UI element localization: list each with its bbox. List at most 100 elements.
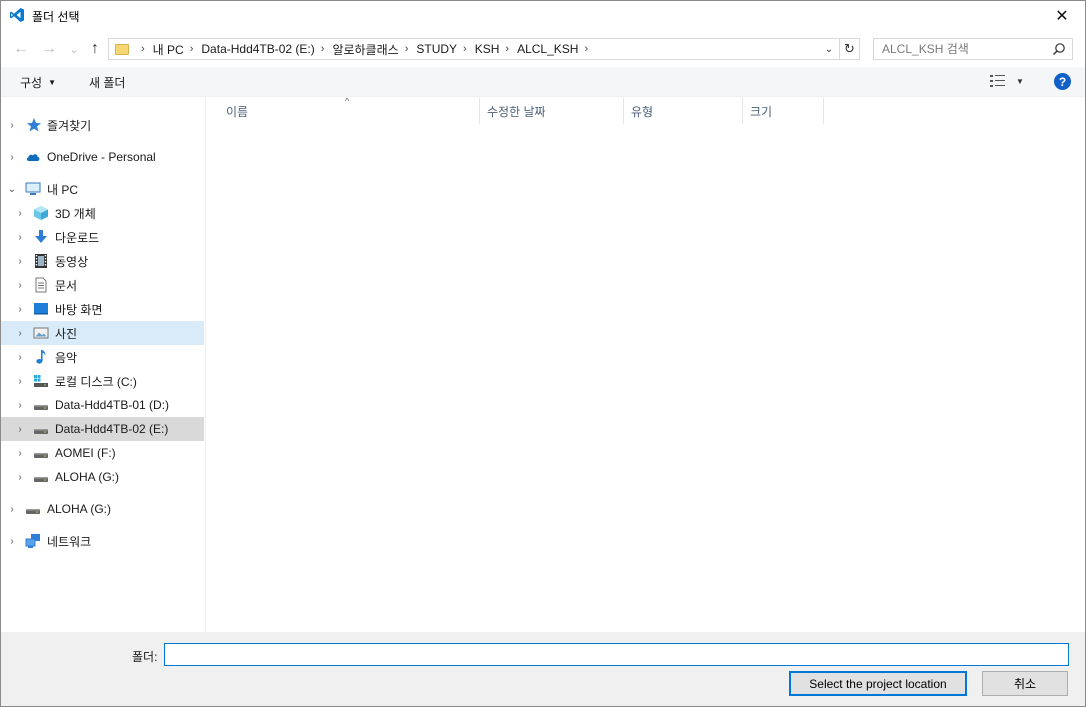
dropdown-arrow-icon: ▼ [48, 78, 57, 87]
chevron-right-icon[interactable]: › [15, 208, 25, 219]
refresh-button[interactable]: ↻ [839, 39, 859, 59]
chevron-right-icon[interactable]: › [15, 280, 25, 291]
new-folder-label: 새 폴더 [89, 76, 126, 90]
file-list[interactable]: ^ 이름 수정한 날짜 유형 크기 [207, 96, 1085, 632]
chevron-right-icon[interactable]: › [7, 152, 17, 163]
close-button[interactable]: ✕ [1039, 1, 1085, 31]
sidebar-item-label: 즐겨찾기 [47, 118, 92, 133]
column-header-size[interactable]: 크기 [743, 98, 824, 124]
sidebar-item-drive-f[interactable]: › AOMEI (F:) [1, 441, 204, 465]
sidebar-item-favorites[interactable]: › 즐겨찾기 [1, 113, 204, 137]
column-label: 유형 [631, 104, 654, 119]
chevron-down-icon: ⌄ [824, 43, 834, 55]
breadcrumb-item[interactable]: KSH [475, 42, 500, 56]
folder-icon [115, 43, 129, 55]
sidebar-item-pictures[interactable]: › 사진 [1, 321, 204, 345]
cancel-button[interactable]: 취소 [982, 671, 1068, 696]
recent-locations-button[interactable]: ⌄ [64, 39, 84, 59]
chevron-right-icon[interactable]: › [15, 448, 25, 459]
chevron-right-icon: › [141, 43, 145, 55]
chevron-right-icon[interactable]: › [7, 504, 17, 515]
column-header-name[interactable]: 이름 [219, 98, 480, 124]
chevron-right-icon[interactable]: › [7, 536, 17, 547]
film-icon [35, 254, 47, 268]
up-button[interactable]: ↑ [85, 39, 105, 59]
address-history-button[interactable]: ⌄ [821, 41, 837, 57]
sidebar-item-onedrive[interactable]: › OneDrive - Personal [1, 145, 204, 169]
sidebar-item-label: OneDrive - Personal [47, 150, 156, 164]
window-title: 폴더 선택 [32, 10, 80, 24]
chevron-right-icon[interactable]: › [7, 120, 17, 131]
back-arrow-icon: ← [13, 40, 29, 57]
details-view-icon [990, 75, 1005, 87]
desktop-icon [34, 303, 48, 315]
forward-button[interactable]: → [39, 39, 59, 59]
column-header-type[interactable]: 유형 [624, 98, 743, 124]
sidebar-item-label: Data-Hdd4TB-01 (D:) [55, 398, 170, 412]
breadcrumb-item[interactable]: 알로하클래스 [332, 41, 398, 58]
sidebar-item-drive-g[interactable]: › ALOHA (G:) [1, 465, 204, 489]
sidebar-item-downloads[interactable]: › 다운로드 [1, 225, 204, 249]
back-button[interactable]: ← [11, 39, 31, 59]
sidebar-item-drive-e[interactable]: › Data-Hdd4TB-02 (E:) [1, 417, 204, 441]
sidebar-item-desktop[interactable]: › 바탕 화면 [1, 297, 204, 321]
cloud-icon [26, 154, 40, 161]
sidebar-item-drive-d[interactable]: › Data-Hdd4TB-01 (D:) [1, 393, 204, 417]
chevron-down-icon[interactable]: ⌄ [7, 184, 17, 195]
breadcrumb-item[interactable]: Data-Hdd4TB-02 (E:) [201, 42, 314, 56]
organize-button[interactable]: 구성 ▼ [20, 74, 56, 91]
breadcrumb-item[interactable]: STUDY [416, 42, 457, 56]
sidebar-item-drive-g-root[interactable]: › ALOHA (G:) [1, 497, 204, 521]
breadcrumb-item[interactable]: ALCL_KSH [517, 42, 578, 56]
sidebar-item-network[interactable]: › 네트워크 [1, 529, 204, 553]
breadcrumb-item[interactable]: 내 PC [153, 41, 184, 58]
forward-arrow-icon: → [41, 40, 57, 57]
sidebar-item-videos[interactable]: › 동영상 [1, 249, 204, 273]
sidebar-item-this-pc[interactable]: ⌄ 내 PC [1, 177, 204, 201]
chevron-right-icon[interactable]: › [190, 43, 194, 55]
select-location-button[interactable]: Select the project location [789, 671, 967, 696]
sidebar-item-label: 동영상 [55, 254, 89, 269]
chevron-right-icon[interactable]: › [15, 376, 25, 387]
sidebar-item-label: 로컬 디스크 (C:) [55, 374, 137, 389]
command-bar: 구성 ▼ 새 폴더 ▼ ? [1, 67, 1085, 97]
network-icon [25, 534, 40, 548]
new-folder-button[interactable]: 새 폴더 [89, 74, 125, 91]
title-bar: 폴더 선택 ✕ [1, 1, 1085, 31]
computer-icon [25, 182, 41, 195]
sidebar-item-label: ALOHA (G:) [55, 470, 120, 484]
search-box[interactable] [873, 38, 1073, 60]
chevron-right-icon[interactable]: › [15, 472, 25, 483]
refresh-icon: ↻ [844, 41, 855, 56]
sidebar-item-label: ALOHA (G:) [47, 502, 112, 516]
chevron-right-icon[interactable]: › [321, 43, 325, 55]
search-input[interactable] [874, 39, 1044, 59]
folder-label: 폴더: [132, 650, 158, 664]
chevron-right-icon[interactable]: › [405, 43, 409, 55]
chevron-right-icon[interactable]: › [584, 43, 588, 55]
view-options-button[interactable]: ▼ [990, 74, 1024, 88]
chevron-right-icon[interactable]: › [15, 232, 25, 243]
chevron-right-icon[interactable]: › [463, 43, 467, 55]
folder-name-input[interactable] [164, 643, 1069, 666]
sidebar-item-music[interactable]: › 음악 [1, 345, 204, 369]
chevron-right-icon[interactable]: › [15, 352, 25, 363]
column-header-date[interactable]: 수정한 날짜 [480, 98, 624, 124]
column-label: 이름 [226, 104, 249, 119]
chevron-right-icon[interactable]: › [15, 304, 25, 315]
chevron-right-icon[interactable]: › [15, 328, 25, 339]
chevron-right-icon[interactable]: › [505, 43, 509, 55]
drive-icon [34, 453, 48, 458]
vscode-logo-icon [10, 8, 24, 22]
system-drive-icon [34, 375, 48, 387]
sidebar-item-documents[interactable]: › 문서 [1, 273, 204, 297]
sidebar-item-label: 내 PC [47, 182, 79, 197]
help-button[interactable]: ? [1054, 73, 1071, 90]
sidebar-item-3d-objects[interactable]: › 3D 개체 [1, 201, 204, 225]
chevron-right-icon[interactable]: › [15, 424, 25, 435]
sidebar-item-drive-c[interactable]: › 로컬 디스크 (C:) [1, 369, 204, 393]
drive-icon [34, 477, 48, 482]
address-bar[interactable]: › 내 PC › Data-Hdd4TB-02 (E:) › 알로하클래스 › … [108, 38, 860, 60]
chevron-right-icon[interactable]: › [15, 400, 25, 411]
chevron-right-icon[interactable]: › [15, 256, 25, 267]
